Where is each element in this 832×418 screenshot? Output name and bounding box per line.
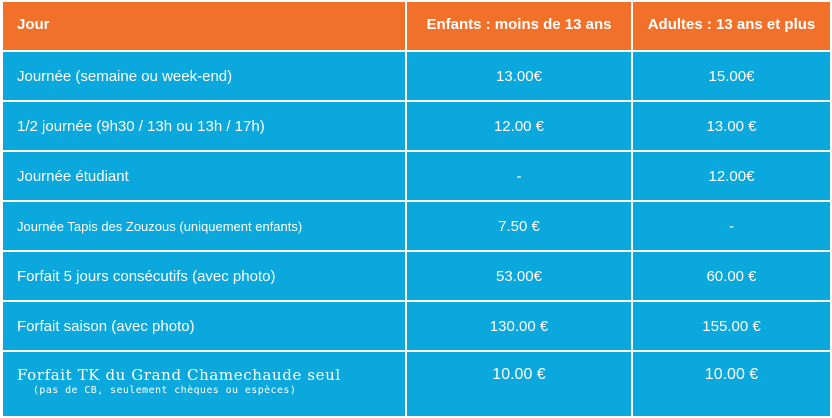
header-row: Jour Enfants : moins de 13 ans Adultes :… xyxy=(3,2,830,50)
table-row: Journée (semaine ou week-end) 13.00€ 15.… xyxy=(3,52,830,100)
table-row: Forfait 5 jours consécutifs (avec photo)… xyxy=(3,252,830,300)
price-adultes: 10.00 € xyxy=(633,352,830,416)
row-label: Journée étudiant xyxy=(3,152,405,200)
price-adultes: 12.00€ xyxy=(633,152,830,200)
row-label: Journée (semaine ou week-end) xyxy=(3,52,405,100)
table-row: Journée étudiant - 12.00€ xyxy=(3,152,830,200)
price-adultes: 13.00 € xyxy=(633,102,830,150)
price-adultes: - xyxy=(633,202,830,250)
price-enfants: 7.50 € xyxy=(407,202,631,250)
row-label: Forfait saison (avec photo) xyxy=(3,302,405,350)
header-adultes: Adultes : 13 ans et plus xyxy=(633,2,830,50)
row-label: Forfait TK du Grand Chamechaude seul xyxy=(17,366,341,384)
row-label-cell: Forfait TK du Grand Chamechaude seul (pa… xyxy=(3,352,405,416)
table-row: Journée Tapis des Zouzous (uniquement en… xyxy=(3,202,830,250)
price-enfants: 53.00€ xyxy=(407,252,631,300)
price-enfants: 10.00 € xyxy=(407,352,631,416)
table-row: 1/2 journée (9h30 / 13h ou 13h / 17h) 12… xyxy=(3,102,830,150)
header-jour: Jour xyxy=(3,2,405,50)
price-adultes: 60.00 € xyxy=(633,252,830,300)
row-label: Journée Tapis des Zouzous (uniquement en… xyxy=(3,202,405,250)
table-row: Forfait TK du Grand Chamechaude seul (pa… xyxy=(3,352,830,416)
price-enfants: 12.00 € xyxy=(407,102,631,150)
price-enfants: 13.00€ xyxy=(407,52,631,100)
table-body: Journée (semaine ou week-end) 13.00€ 15.… xyxy=(3,52,830,416)
price-enfants: - xyxy=(407,152,631,200)
row-label: Forfait 5 jours consécutifs (avec photo) xyxy=(3,252,405,300)
price-table: Jour Enfants : moins de 13 ans Adultes :… xyxy=(1,0,832,418)
header-enfants: Enfants : moins de 13 ans xyxy=(407,2,631,50)
price-enfants: 130.00 € xyxy=(407,302,631,350)
row-label: 1/2 journée (9h30 / 13h ou 13h / 17h) xyxy=(3,102,405,150)
table-header: Jour Enfants : moins de 13 ans Adultes :… xyxy=(3,2,830,50)
table-row: Forfait saison (avec photo) 130.00 € 155… xyxy=(3,302,830,350)
price-adultes: 15.00€ xyxy=(633,52,830,100)
price-adultes: 155.00 € xyxy=(633,302,830,350)
payment-note: (pas de CB, seulement chèques ou espèces… xyxy=(33,385,297,396)
